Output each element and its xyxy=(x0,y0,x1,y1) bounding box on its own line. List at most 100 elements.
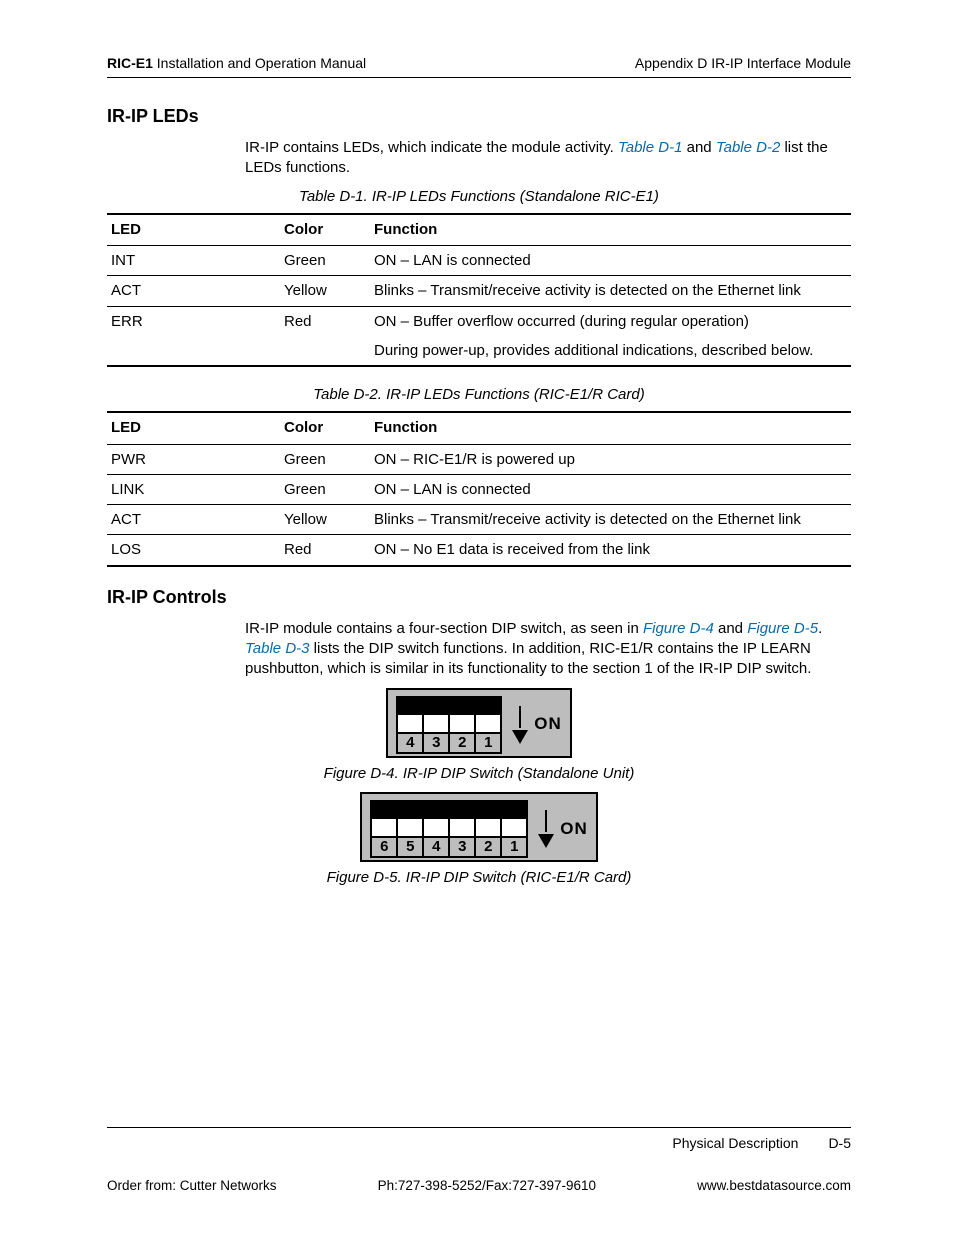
th-color: Color xyxy=(280,214,370,246)
cell-func: ON – RIC-E1/R is powered up xyxy=(370,444,851,474)
on-label: ON xyxy=(560,818,588,841)
table-d2-caption: Table D-2. IR-IP LEDs Functions (RIC-E1/… xyxy=(107,385,851,405)
cell-color xyxy=(280,336,370,366)
dip-slot: 3 xyxy=(422,698,448,752)
link-table-d1[interactable]: Table D-1 xyxy=(618,139,682,156)
arrow-down-icon xyxy=(512,730,528,744)
th-function: Function xyxy=(370,214,851,246)
txt: and xyxy=(682,139,715,156)
th-color: Color xyxy=(280,412,370,444)
dip-slot: 4 xyxy=(398,698,422,752)
table-d2: LED Color Function PWRGreenON – RIC-E1/R… xyxy=(107,411,851,566)
dip-number: 2 xyxy=(450,732,474,752)
dip-slot: 3 xyxy=(448,802,474,856)
dip-switch-6: 654321 ON xyxy=(360,792,598,862)
cell-led: INT xyxy=(107,246,280,276)
dip-slot: 4 xyxy=(422,802,448,856)
cell-led: ACT xyxy=(107,276,280,306)
cell-color: Green xyxy=(280,246,370,276)
figure-d5-caption: Figure D-5. IR-IP DIP Switch (RIC-E1/R C… xyxy=(107,868,851,888)
cell-func: ON – Buffer overflow occurred (during re… xyxy=(370,306,851,336)
section-leds-title: IR-IP LEDs xyxy=(107,104,851,128)
table-row: LOSRedON – No E1 data is received from t… xyxy=(107,535,851,566)
cell-led: PWR xyxy=(107,444,280,474)
header-title: Installation and Operation Manual xyxy=(153,55,366,71)
footer-section: Physical Description xyxy=(672,1134,798,1153)
cell-color: Yellow xyxy=(280,276,370,306)
txt: and xyxy=(714,620,747,637)
dip-number: 2 xyxy=(476,836,500,856)
link-table-d2[interactable]: Table D-2 xyxy=(716,139,780,156)
footer-phone: Ph:727-398-5252/Fax:727-397-9610 xyxy=(378,1177,596,1195)
dip-number: 5 xyxy=(398,836,422,856)
section-controls-title: IR-IP Controls xyxy=(107,585,851,609)
table-row: During power-up, provides additional ind… xyxy=(107,336,851,366)
table-row: ERRRedON – Buffer overflow occurred (dur… xyxy=(107,306,851,336)
cell-color: Green xyxy=(280,474,370,504)
cell-func: ON – No E1 data is received from the lin… xyxy=(370,535,851,566)
arrow-stem-icon xyxy=(545,810,547,832)
on-label: ON xyxy=(534,713,562,736)
dip-number: 1 xyxy=(502,836,526,856)
table-row: ACTYellowBlinks – Transmit/receive activ… xyxy=(107,505,851,535)
link-figure-d4[interactable]: Figure D-4 xyxy=(643,620,714,637)
table-d1-caption: Table D-1. IR-IP LEDs Functions (Standal… xyxy=(107,187,851,207)
cell-func: Blinks – Transmit/receive activity is de… xyxy=(370,276,851,306)
dip-switch-4: 4321 ON xyxy=(386,688,572,758)
link-figure-d5[interactable]: Figure D-5 xyxy=(747,620,818,637)
cell-func: During power-up, provides additional ind… xyxy=(370,336,851,366)
dip-number: 6 xyxy=(372,836,396,856)
cell-func: ON – LAN is connected xyxy=(370,474,851,504)
cell-led: ACT xyxy=(107,505,280,535)
table-row: ACTYellowBlinks – Transmit/receive activ… xyxy=(107,276,851,306)
dip-slot: 2 xyxy=(448,698,474,752)
txt: IR-IP module contains a four-section DIP… xyxy=(245,620,643,637)
footer-page: D-5 xyxy=(828,1134,851,1153)
txt: IR-IP contains LEDs, which indicate the … xyxy=(245,139,618,156)
footer-url: www.bestdatasource.com xyxy=(697,1177,851,1195)
footer-order: Order from: Cutter Networks xyxy=(107,1177,277,1195)
header-left: RIC-E1 Installation and Operation Manual xyxy=(107,54,366,73)
figure-d4: 4321 ON xyxy=(107,688,851,758)
figure-d5: 654321 ON xyxy=(107,792,851,862)
section-controls-para: IR-IP module contains a four-section DIP… xyxy=(107,619,851,680)
cell-color: Yellow xyxy=(280,505,370,535)
table-row: PWRGreenON – RIC-E1/R is powered up xyxy=(107,444,851,474)
arrow-stem-icon xyxy=(519,706,521,728)
footer-top: Physical Description D-5 xyxy=(107,1127,851,1153)
cell-color: Red xyxy=(280,535,370,566)
cell-led: ERR xyxy=(107,306,280,336)
dip-number: 3 xyxy=(424,732,448,752)
header-product: RIC-E1 xyxy=(107,55,153,71)
dip-number: 1 xyxy=(476,732,500,752)
header-right: Appendix D IR-IP Interface Module xyxy=(635,54,851,73)
cell-color: Green xyxy=(280,444,370,474)
cell-led: LOS xyxy=(107,535,280,566)
txt: . xyxy=(818,620,822,637)
table-d1: LED Color Function INTGreenON – LAN is c… xyxy=(107,213,851,367)
cell-func: ON – LAN is connected xyxy=(370,246,851,276)
th-led: LED xyxy=(107,214,280,246)
th-function: Function xyxy=(370,412,851,444)
dip-number: 4 xyxy=(424,836,448,856)
running-header: RIC-E1 Installation and Operation Manual… xyxy=(107,54,851,78)
dip-slot: 1 xyxy=(474,698,500,752)
th-led: LED xyxy=(107,412,280,444)
cell-led: LINK xyxy=(107,474,280,504)
cell-color: Red xyxy=(280,306,370,336)
link-table-d3[interactable]: Table D-3 xyxy=(245,640,309,657)
txt: lists the DIP switch functions. In addit… xyxy=(245,640,811,677)
dip-number: 4 xyxy=(398,732,422,752)
table-row: INTGreenON – LAN is connected xyxy=(107,246,851,276)
arrow-down-icon xyxy=(538,834,554,848)
table-row: LINKGreenON – LAN is connected xyxy=(107,474,851,504)
cell-func: Blinks – Transmit/receive activity is de… xyxy=(370,505,851,535)
cell-led xyxy=(107,336,280,366)
section-leds-para: IR-IP contains LEDs, which indicate the … xyxy=(107,138,851,179)
dip-slot: 2 xyxy=(474,802,500,856)
dip-number: 3 xyxy=(450,836,474,856)
footer-bottom: Order from: Cutter Networks Ph:727-398-5… xyxy=(107,1177,851,1195)
dip-slot: 5 xyxy=(396,802,422,856)
figure-d4-caption: Figure D-4. IR-IP DIP Switch (Standalone… xyxy=(107,764,851,784)
dip-slot: 1 xyxy=(500,802,526,856)
